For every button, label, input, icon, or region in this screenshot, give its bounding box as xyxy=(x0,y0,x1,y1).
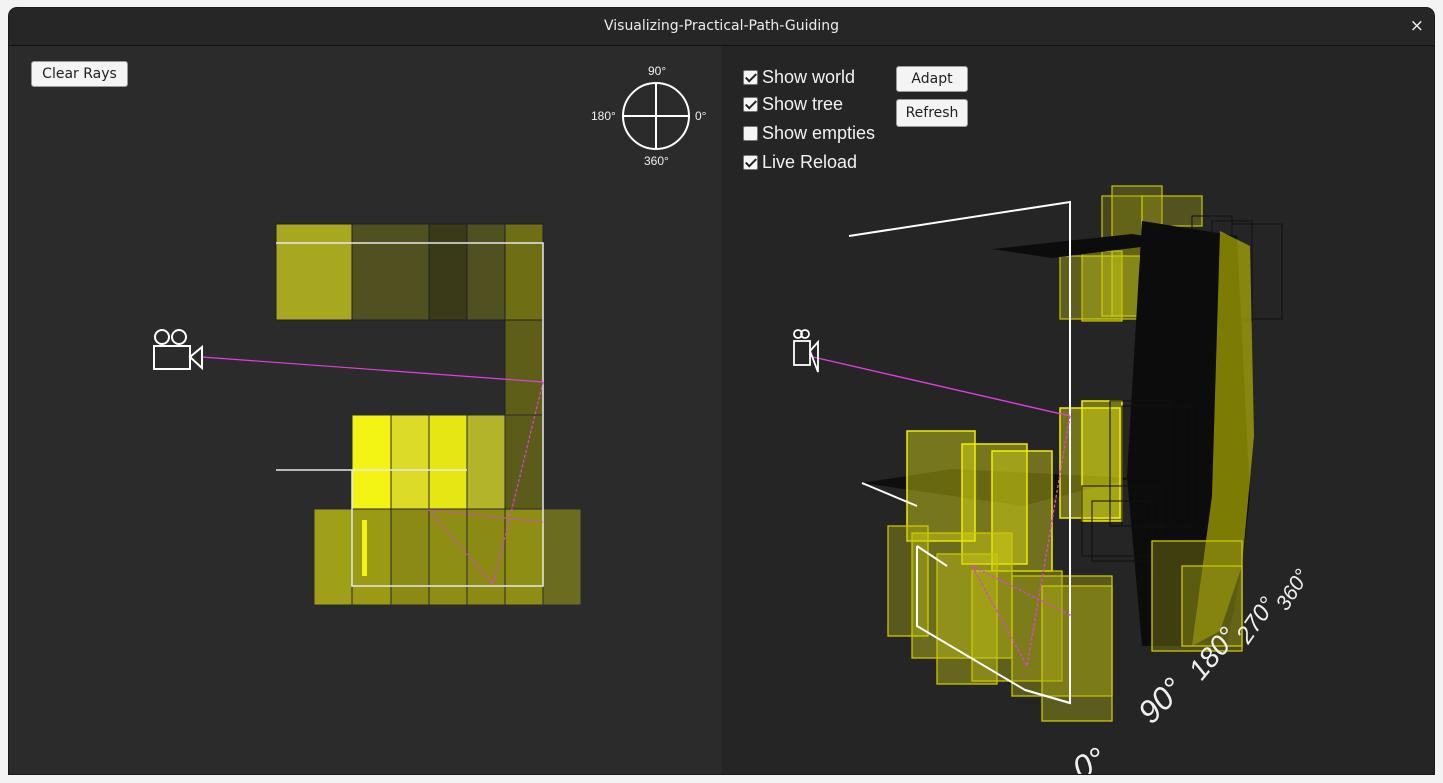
tree-cells-top xyxy=(275,223,544,416)
scene-3d-canvas xyxy=(793,185,1283,722)
tree-cells-bottom xyxy=(313,508,582,606)
app-window: Visualizing-Practical-Path-Guiding × Cle… xyxy=(9,8,1434,774)
camera-icon xyxy=(793,329,819,373)
window-title: Visualizing-Practical-Path-Guiding xyxy=(603,18,840,34)
titlebar: Visualizing-Practical-Path-Guiding × xyxy=(9,8,1434,46)
light-source xyxy=(362,520,367,576)
close-icon[interactable]: × xyxy=(1410,8,1424,45)
scene-3d-view[interactable]: Show world Show tree Show empties Live R… xyxy=(722,46,1434,774)
tree-cells-middle xyxy=(351,414,544,510)
camera-icon xyxy=(153,329,203,371)
scene-2d-canvas xyxy=(153,223,582,606)
tree-boxes-bottom xyxy=(887,525,1243,722)
scene-2d-view[interactable]: Clear Rays 90° 180° 0° 360° xyxy=(9,46,721,774)
